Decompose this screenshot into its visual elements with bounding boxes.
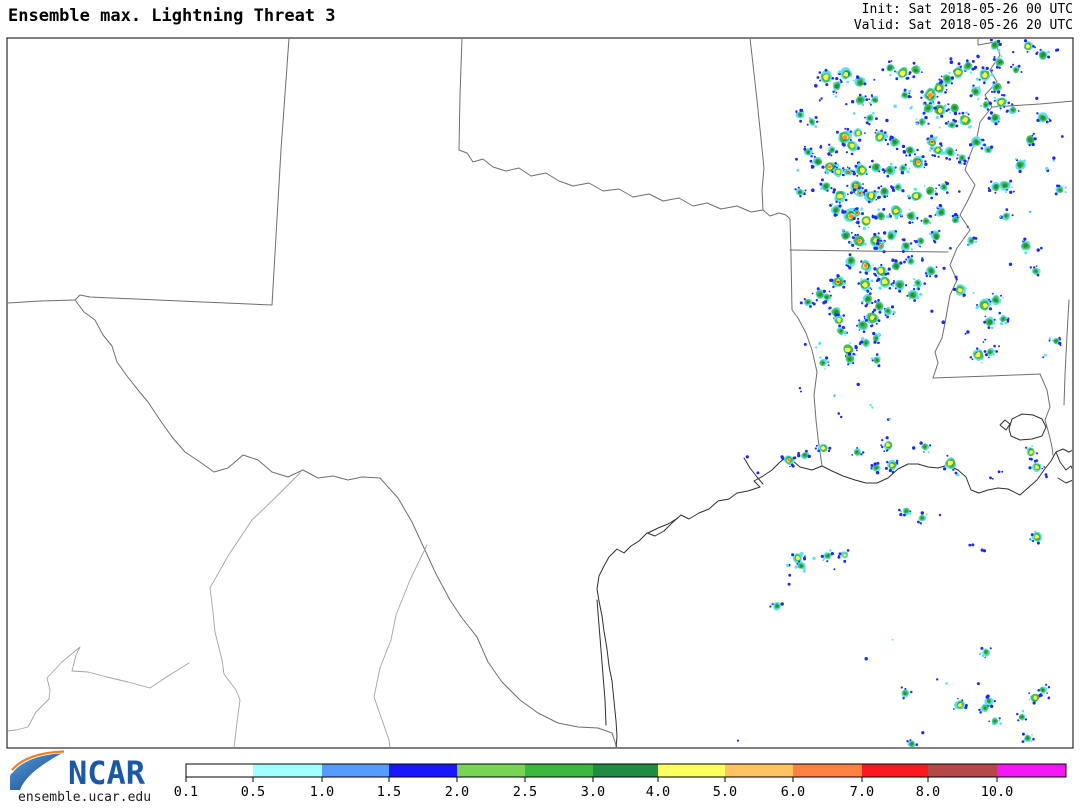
storm-cell (885, 119, 888, 122)
storm-cell (756, 471, 759, 474)
storm-cell (1009, 263, 1012, 266)
storm-cell (796, 169, 799, 172)
storm-cell (939, 514, 941, 516)
colorbar-segment (658, 764, 725, 777)
colorbar-tick-label: 0.5 (241, 784, 265, 800)
ncar-logo-text: NCAR (68, 754, 146, 792)
storm-cell (967, 226, 969, 228)
colorbar-tick-label: 4.0 (646, 784, 670, 800)
storm-cell (942, 320, 946, 324)
colorbar: 0.1 0.5 1.0 1.5 2.0 2.5 3.0 4.0 5.0 6.0 7.0 8.0 10.0 (174, 764, 1066, 800)
ensemble-site-label: ensemble.ucar.edu (18, 790, 151, 805)
colorbar-segment (457, 764, 525, 777)
storm-cell (977, 682, 980, 685)
storm-cell (958, 190, 961, 193)
storm-cell (1061, 135, 1064, 138)
colorbar-tick-label: 7.0 (850, 784, 874, 800)
colorbar-segment (322, 764, 389, 777)
colorbar-segment (186, 764, 253, 777)
storm-cell (853, 112, 856, 115)
colorbar-tick-label: 5.0 (713, 784, 737, 800)
colorbar-segment (593, 764, 658, 777)
colorbar-segment (928, 764, 997, 777)
colorbar-segment (862, 764, 928, 777)
colorbar-segment (525, 764, 593, 777)
colorbar-segment (725, 764, 793, 777)
storm-cell (857, 383, 860, 386)
storm-cell (912, 446, 915, 449)
storm-cell (893, 104, 897, 108)
storm-cell (1012, 51, 1014, 53)
colorbar-tick-label: 0.1 (174, 784, 198, 800)
ncar-swoosh (10, 752, 64, 790)
storm-cell (814, 84, 818, 88)
storm-cell (804, 343, 807, 346)
storm-cell (788, 574, 791, 577)
storm-cell (795, 158, 798, 161)
storm-cell (746, 455, 749, 458)
colorbar-tick-label: 1.0 (310, 784, 334, 800)
colorbar-segment (389, 764, 457, 777)
storm-cell (968, 157, 970, 159)
storm-cell (737, 740, 739, 742)
colorbar-tick-label: 6.0 (781, 784, 805, 800)
weather-map-page: Ensemble max. Lightning Threat 3 Init: S… (0, 0, 1080, 810)
storm-cell (811, 188, 815, 192)
map-plot: 0.1 0.5 1.0 1.5 2.0 2.5 3.0 4.0 5.0 6.0 7.0 8.0 10.0 (0, 0, 1080, 810)
colorbar-tick-label: 10.0 (981, 784, 1014, 800)
storm-cell (788, 583, 791, 586)
colorbar-segment (997, 764, 1066, 777)
storm-cell (939, 127, 941, 129)
colorbar-tick-label: 2.5 (513, 784, 537, 800)
storm-cell (943, 267, 946, 270)
colorbar-tick-label: 1.5 (377, 784, 401, 800)
colorbar-segment (793, 764, 862, 777)
storm-cell (1035, 97, 1038, 100)
storm-cell (921, 731, 924, 734)
storm-cell (865, 657, 868, 660)
storm-cell (930, 310, 933, 313)
ncar-logo: NCAR (6, 750, 176, 794)
storm-cell (1007, 81, 1010, 84)
colorbar-tick-label: 2.0 (445, 784, 469, 800)
storm-cell (936, 678, 938, 680)
storm-cell (973, 292, 975, 294)
storm-cell (998, 312, 1001, 315)
storm-cell (873, 79, 875, 81)
colorbar-segment (253, 764, 322, 777)
map-frame (7, 38, 1073, 748)
storm-cell (845, 103, 847, 105)
storm-cell (812, 557, 815, 560)
colorbar-tick-label: 8.0 (916, 784, 940, 800)
storm-cell (945, 682, 948, 685)
storm-cell (892, 639, 894, 641)
colorbar-tick-label: 3.0 (581, 784, 605, 800)
storm-cell (833, 568, 835, 570)
